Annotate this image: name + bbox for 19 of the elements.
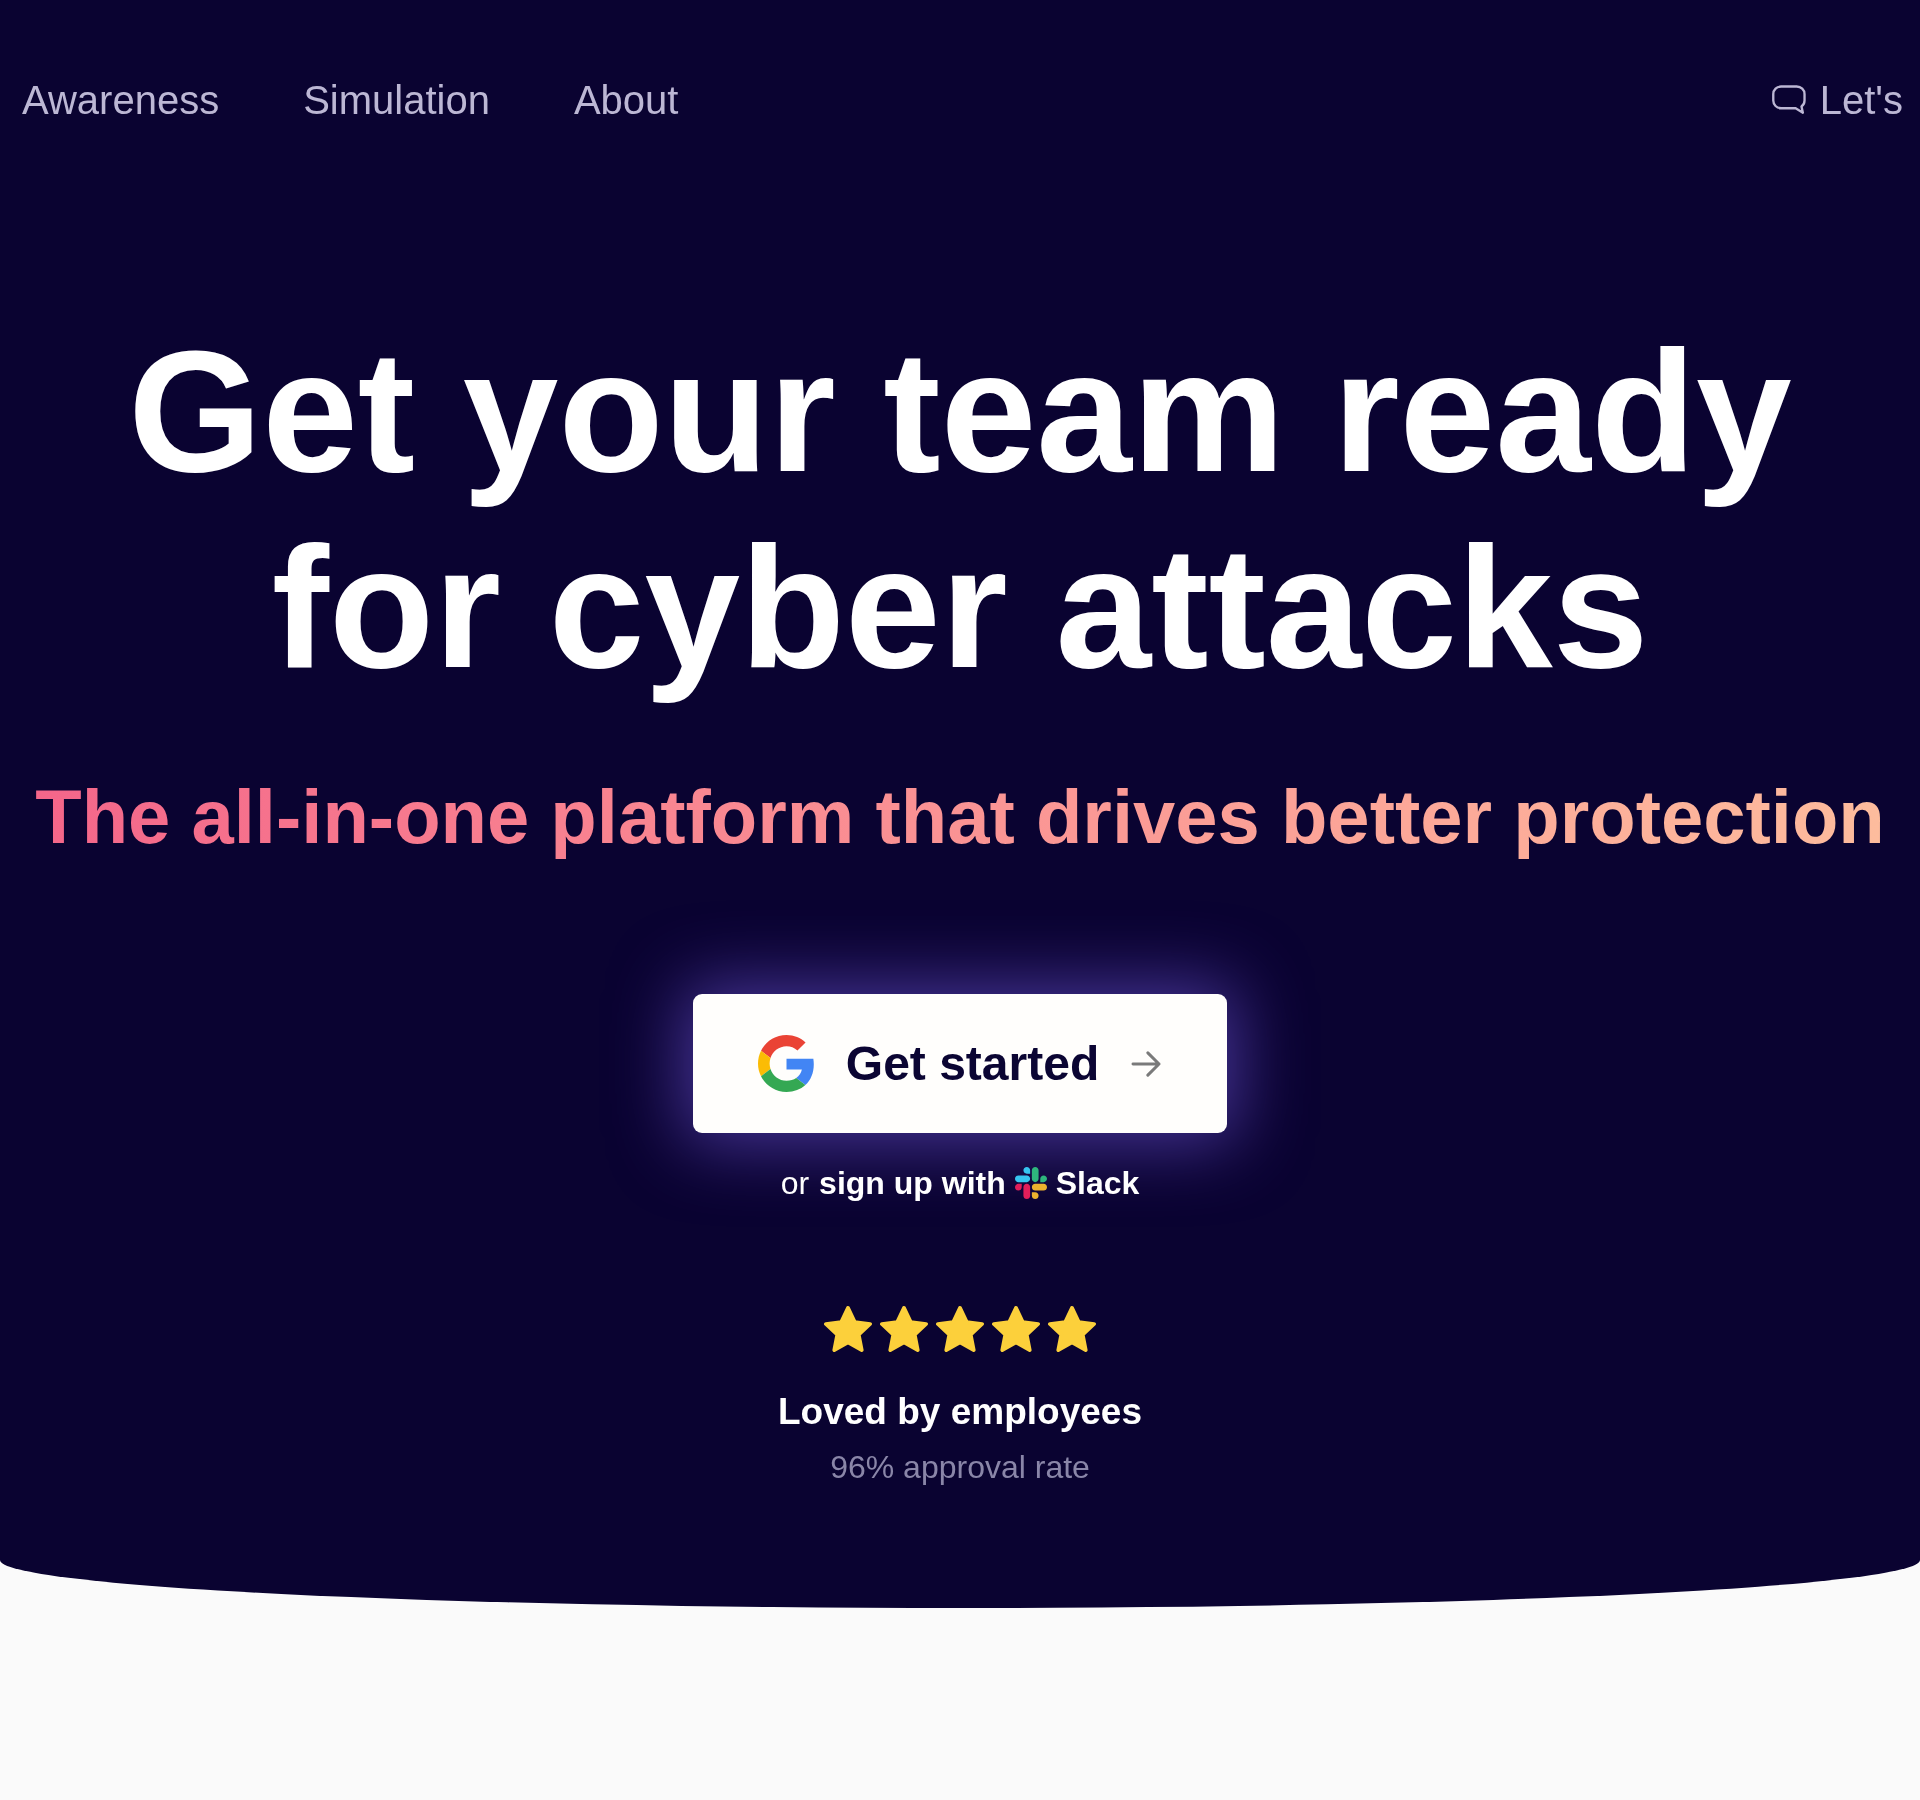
star-icon	[992, 1306, 1040, 1352]
nav-link[interactable]: About	[573, 76, 679, 124]
contact-link[interactable]: Let's	[1771, 76, 1903, 124]
nav-link[interactable]: Awareness	[22, 76, 220, 124]
slack-icon	[1014, 1167, 1047, 1199]
star-icon	[824, 1306, 872, 1352]
get-started-button[interactable]: Get started	[693, 994, 1227, 1133]
star-icon	[880, 1306, 928, 1352]
or-text: or	[780, 1164, 810, 1203]
google-icon	[757, 1035, 815, 1092]
chat-bubble-icon	[1771, 85, 1806, 115]
slack-signup-link[interactable]: sign up with Slack	[819, 1163, 1140, 1203]
rating-caption: 96% approval rate	[830, 1448, 1090, 1487]
nav-link[interactable]: Simulation	[303, 76, 490, 124]
star-icon	[1048, 1306, 1096, 1352]
star-icon	[936, 1306, 984, 1352]
hero-heading: Get your team ready for cyber attacks	[127, 314, 1793, 705]
rating-title: Loved by employees	[778, 1390, 1142, 1434]
arrow-right-icon	[1130, 1050, 1163, 1077]
